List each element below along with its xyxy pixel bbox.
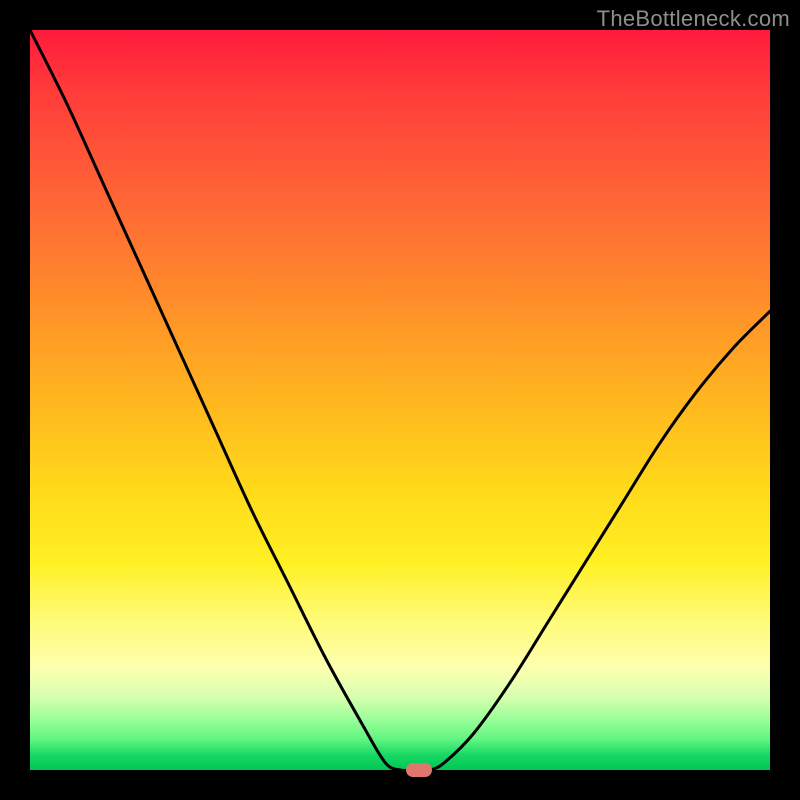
optimal-point-marker [406,763,432,777]
chart-frame: TheBottleneck.com [0,0,800,800]
mismatch-curve [30,30,770,770]
chart-plot-area [30,30,770,770]
attribution-label: TheBottleneck.com [597,6,790,32]
